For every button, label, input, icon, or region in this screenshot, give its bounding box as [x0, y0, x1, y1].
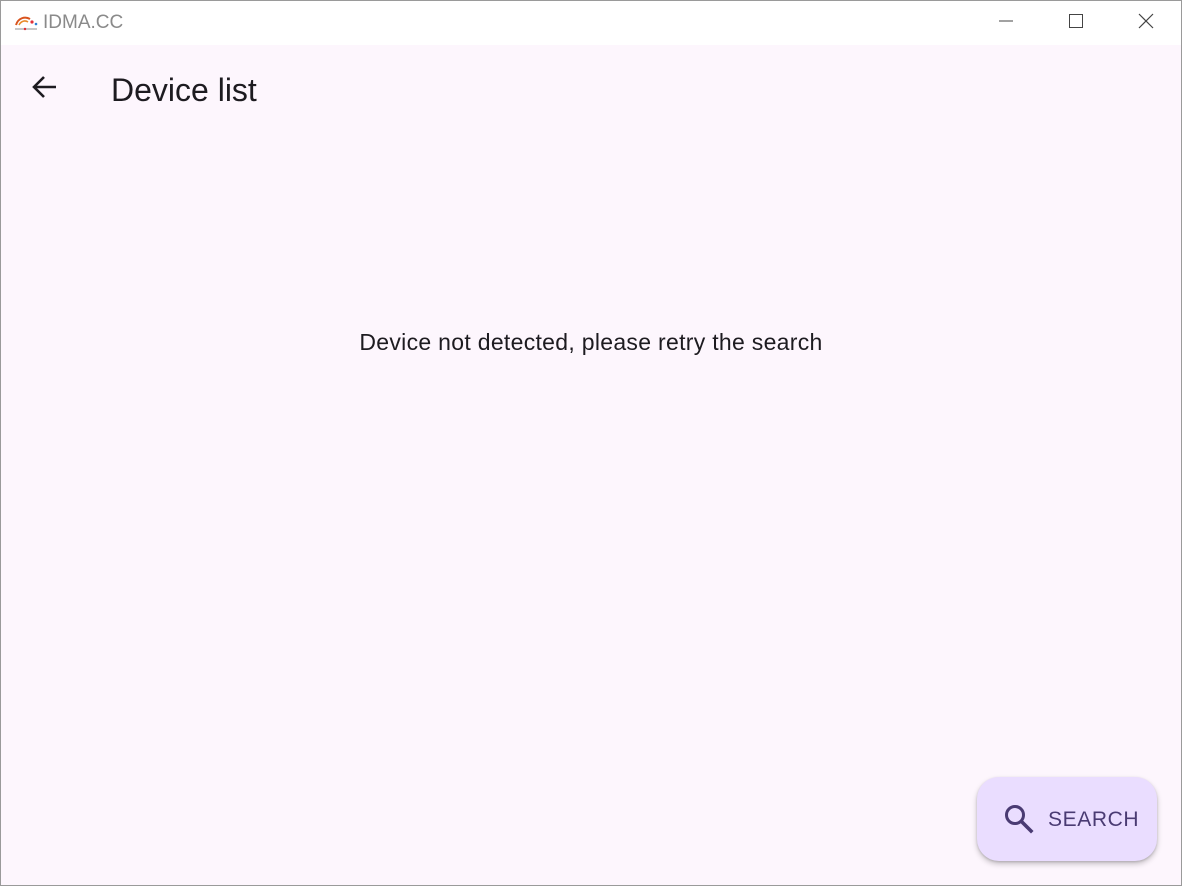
- search-button-label: SEARCH: [1048, 808, 1140, 831]
- search-icon: [1003, 803, 1035, 835]
- empty-state-message: Device not detected, please retry the se…: [359, 329, 823, 355]
- maximize-icon: [1068, 13, 1084, 34]
- close-button[interactable]: [1111, 1, 1181, 45]
- app-bar: Device list: [1, 45, 1181, 133]
- minimize-icon: [998, 13, 1014, 34]
- maximize-button[interactable]: [1041, 1, 1111, 45]
- window-title: IDMA.CC: [43, 12, 124, 33]
- page-title: Device list: [111, 72, 257, 108]
- app-logo-icon: [13, 13, 39, 33]
- close-icon: [1137, 12, 1155, 35]
- app-window: IDMA.CC Device list Device not detected,…: [0, 0, 1182, 886]
- title-bar[interactable]: IDMA.CC: [1, 1, 1181, 45]
- back-button[interactable]: [21, 65, 69, 113]
- minimize-button[interactable]: [971, 1, 1041, 45]
- search-button[interactable]: SEARCH: [977, 777, 1157, 861]
- arrow-back-icon: [31, 73, 59, 106]
